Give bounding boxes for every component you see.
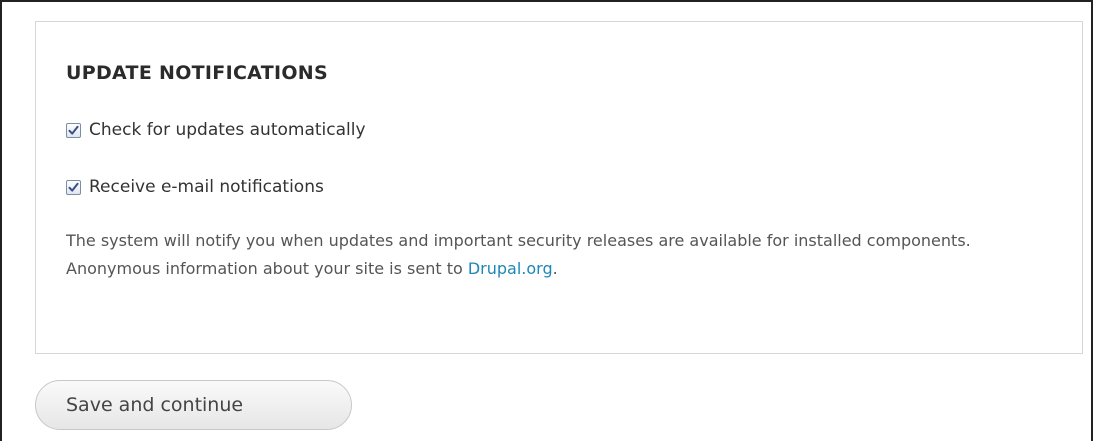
email-notifications-label: Receive e-mail notifications (89, 177, 324, 197)
save-and-continue-button[interactable]: Save and continue (35, 380, 352, 430)
update-notifications-fieldset: UPDATE NOTIFICATIONS Check for updates a… (35, 21, 1083, 354)
email-notifications-option[interactable]: Receive e-mail notifications (66, 177, 324, 197)
checkmark-icon (68, 125, 79, 135)
check-updates-option[interactable]: Check for updates automatically (66, 120, 366, 140)
drupal-org-link[interactable]: Drupal.org (468, 259, 553, 278)
description-end: . (552, 259, 558, 278)
fieldset-legend: UPDATE NOTIFICATIONS (66, 62, 328, 84)
fieldset-description: The system will notify you when updates … (66, 227, 1066, 283)
check-updates-label: Check for updates automatically (89, 120, 366, 140)
checkmark-icon (68, 182, 79, 192)
email-notifications-checkbox[interactable] (66, 179, 81, 195)
check-updates-checkbox[interactable] (66, 122, 81, 138)
